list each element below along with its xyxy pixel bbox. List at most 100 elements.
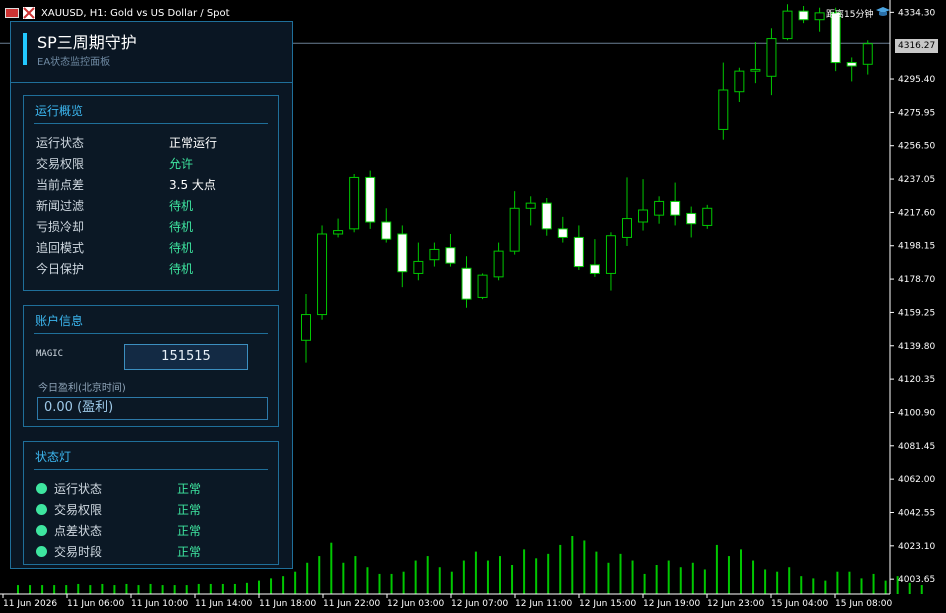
candle-body <box>413 260 424 274</box>
price-tick-label: 4003.65 <box>898 575 935 585</box>
lamp-value: 正常 <box>177 524 202 538</box>
price-tick-label: 4275.95 <box>898 108 935 118</box>
magic-field[interactable]: 151515 <box>124 344 248 370</box>
candle <box>782 4 793 41</box>
row-label: 亏损冷却 <box>36 220 85 234</box>
divider <box>34 333 268 334</box>
candle-body <box>301 314 311 341</box>
candle <box>686 206 697 238</box>
candle-body <box>397 233 408 273</box>
time-tick-label: 15 Jun 08:00 <box>835 599 892 609</box>
candle-body <box>702 207 713 226</box>
lamp-label: 点差状态 <box>54 524 103 538</box>
panel-title: SP三周期守护 <box>37 33 137 52</box>
ea-status-panel: SP三周期守护 EA状态监控面板 运行概览 运行状态 正常运行 交易权限 允许 当前… <box>10 21 293 569</box>
candle <box>381 208 392 243</box>
candle <box>638 179 649 231</box>
graduation-cap-icon[interactable] <box>875 5 891 19</box>
candle <box>301 294 311 363</box>
time-tick-label: 12 Jun 19:00 <box>643 599 700 609</box>
lamp-label: 交易权限 <box>54 503 103 517</box>
status-dot-icon <box>36 546 47 557</box>
row-label: 追回模式 <box>36 241 85 255</box>
status-dot-icon <box>36 483 47 494</box>
candle-body <box>349 176 360 230</box>
candle <box>654 196 665 224</box>
price-tick-label: 4198.15 <box>898 242 935 252</box>
price-tick-label: 4042.55 <box>898 508 935 518</box>
row-value: 正常运行 <box>169 136 218 150</box>
candle <box>541 198 552 236</box>
candle-body <box>766 38 777 77</box>
candle-body <box>461 267 472 300</box>
candle <box>445 234 456 267</box>
divider <box>34 469 268 470</box>
row-label: 今日保护 <box>36 262 85 276</box>
lamp-label: 运行状态 <box>54 482 103 496</box>
candle <box>862 40 873 75</box>
status-lamp-section: 状态灯 运行状态 正常 交易权限 正常 点差状态 正常 交易时段 正常 <box>23 441 279 565</box>
candle <box>750 42 761 84</box>
time-tick-label: 11 Jun 14:00 <box>195 599 252 609</box>
lamp-value: 正常 <box>177 482 202 496</box>
candle-body <box>638 209 649 223</box>
candle <box>413 242 424 281</box>
candle-body <box>525 202 536 209</box>
candle <box>766 28 777 96</box>
price-tick-label: 4159.25 <box>898 308 935 318</box>
candle <box>509 191 520 255</box>
account-section: 账户信息 MAGIC 151515 今日盈利(北京时间) 0.00 (盈利) <box>23 305 279 427</box>
magic-label: MAGIC <box>36 349 64 359</box>
candle-body <box>445 247 456 264</box>
candle-body <box>798 10 809 21</box>
candle <box>461 256 472 308</box>
price-tick-label: 4120.35 <box>898 375 935 385</box>
lamp-value: 正常 <box>177 545 202 559</box>
candle-body <box>734 70 745 93</box>
price-tick-label: 4295.40 <box>898 75 935 85</box>
row-value: 待机 <box>169 220 194 234</box>
accent-bar <box>23 33 27 65</box>
candle-body <box>686 212 697 225</box>
candle-body <box>557 228 568 238</box>
candle-body <box>317 233 328 316</box>
price-tick-label: 4081.45 <box>898 442 935 452</box>
time-tick-label: 11 Jun 2026 <box>3 599 57 609</box>
row-value: 3.5 大点 <box>169 178 216 192</box>
candle-body <box>830 12 841 64</box>
candle-body <box>509 207 520 252</box>
panel-header: SP三周期守护 EA状态监控面板 <box>11 22 292 83</box>
candle-body <box>654 200 665 216</box>
time-tick-label: 12 Jun 15:00 <box>579 599 636 609</box>
candle <box>814 7 825 32</box>
time-tick-label: 12 Jun 23:00 <box>707 599 764 609</box>
candle-body <box>477 274 488 298</box>
price-tick-label: 4334.30 <box>898 8 935 18</box>
row-value: 待机 <box>169 241 194 255</box>
candle <box>333 218 344 238</box>
candle <box>557 216 568 243</box>
price-tick-label: 4217.60 <box>898 208 935 218</box>
price-tick-label: 4100.90 <box>898 408 935 418</box>
price-tick-label: 4178.70 <box>898 275 935 285</box>
symbol-flag-icon <box>23 7 35 19</box>
candle <box>349 174 360 233</box>
account-heading: 账户信息 <box>35 314 84 328</box>
status-dot-icon <box>36 525 47 536</box>
candle <box>798 6 809 24</box>
candle-body <box>605 235 616 274</box>
price-tick-label: 4139.80 <box>898 342 935 352</box>
candle <box>493 242 504 281</box>
time-tick-label: 15 Jun 04:00 <box>771 599 828 609</box>
candle-body <box>333 230 344 235</box>
lamp-value: 正常 <box>177 503 202 517</box>
candle <box>670 182 681 226</box>
row-label: 运行状态 <box>36 136 85 150</box>
time-tick-label: 11 Jun 22:00 <box>323 599 380 609</box>
candle-body <box>846 62 857 67</box>
price-tick-label: 4237.05 <box>898 175 935 185</box>
candle <box>365 170 376 229</box>
candle-body <box>381 221 392 240</box>
current-price-tag: 4316.27 <box>895 39 938 53</box>
row-value: 待机 <box>169 262 194 276</box>
